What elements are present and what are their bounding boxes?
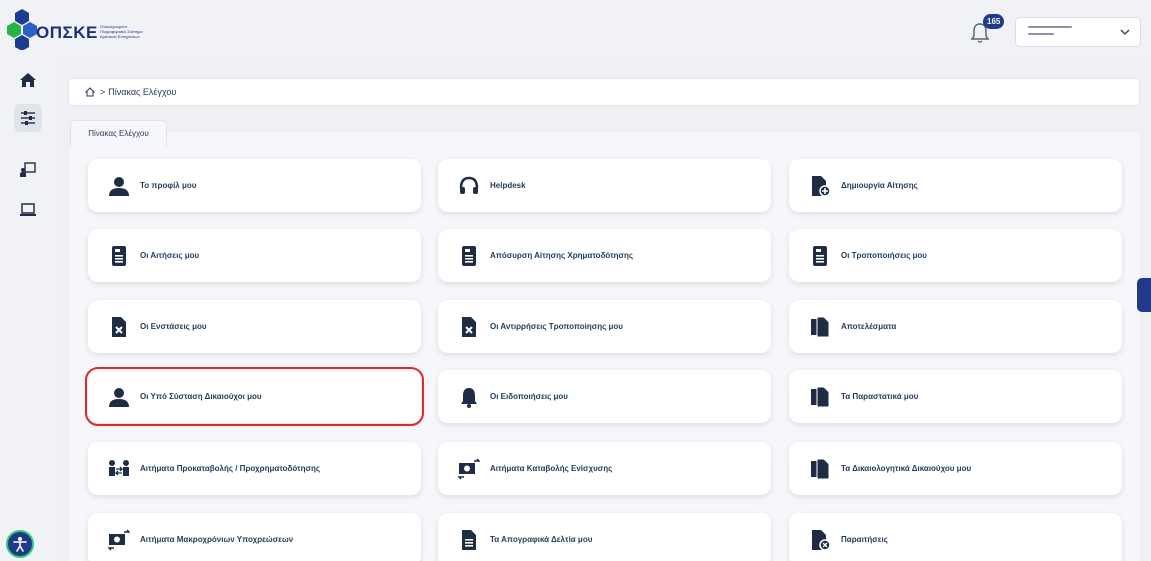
dashboard-card-label: Αιτήματα Προκαταβολής / Προχρηματοδότηση…: [140, 464, 320, 473]
dashboard-card-9[interactable]: Οι Υπό Σύσταση Δικαιούχοι μου: [85, 367, 424, 426]
tab-dashboard[interactable]: Πίνακας Ελέγχου: [70, 120, 167, 146]
dashboard-card-8[interactable]: Αποτελέσματα: [789, 300, 1122, 353]
logo-subtitle: Ολοκληρωμένο Πληροφοριακό Σύστημα Κρατικ…: [100, 24, 143, 39]
breadcrumb: > Πίνακας Ελέγχου: [68, 78, 1140, 106]
document-icon: [809, 245, 831, 267]
files-icon: [809, 316, 831, 338]
sidebar-item-presentation[interactable]: [14, 156, 42, 184]
user-icon: [108, 175, 130, 197]
dashboard-card-6[interactable]: Οι Ενστάσεις μου: [88, 300, 421, 353]
dashboard-card-14[interactable]: Τα Δικαιολογητικά Δικαιούχου μου: [789, 442, 1122, 495]
user-icon: [108, 386, 130, 408]
breadcrumb-home-icon[interactable]: [85, 87, 95, 97]
file-x-icon: [108, 316, 130, 338]
opske-logo[interactable]: ΟΠΣΚΕ Ολοκληρωμένο Πληροφοριακό Σύστημα …: [6, 8, 156, 51]
dashboard-card-5[interactable]: Οι Τροποποιήσεις μου: [789, 229, 1122, 282]
laptop-icon: [20, 203, 36, 216]
file-x-circle-icon: [809, 529, 831, 551]
dashboard-card-0[interactable]: Το προφίλ μου: [88, 159, 421, 212]
dashboard-card-label: Τα Απογραφικά Δελτία μου: [490, 535, 593, 544]
dashboard-card-label: Helpdesk: [490, 181, 526, 190]
logo-text: ΟΠΣΚΕ: [36, 23, 98, 42]
sidebar-item-home[interactable]: [14, 66, 42, 94]
breadcrumb-separator: >: [100, 87, 106, 97]
user-account-dropdown[interactable]: [1015, 17, 1141, 47]
sliders-icon: [21, 111, 35, 125]
files-icon: [809, 458, 831, 480]
presentation-icon: [20, 162, 36, 177]
dashboard-card-11[interactable]: Τα Παραστατικά μου: [789, 370, 1122, 423]
dashboard-card-label: Δημιουργία Αίτησης: [841, 181, 918, 190]
settings-side-tab[interactable]: [1137, 278, 1151, 312]
user-name: [1028, 26, 1088, 40]
dashboard-card-2[interactable]: Δημιουργία Αίτησης: [789, 159, 1122, 212]
dashboard-card-4[interactable]: Απόσυρση Αίτησης Χρηματοδότησης: [438, 229, 771, 282]
sidebar-item-dashboard[interactable]: [14, 104, 42, 132]
dashboard-card-label: Το προφίλ μου: [140, 181, 197, 190]
dashboard-card-label: Παραιτήσεις: [841, 535, 888, 544]
main-content: > Πίνακας Ελέγχου Πίνακας Ελέγχου Το προ…: [56, 58, 1151, 561]
files-icon: [809, 386, 831, 408]
dashboard-card-12[interactable]: Αιτήματα Προκαταβολής / Προχρηματοδότηση…: [88, 442, 421, 495]
dashboard-card-13[interactable]: Αιτήματα Καταβολής Ενίσχυσης: [438, 442, 771, 495]
dashboard-card-7[interactable]: Οι Αντιρρήσεις Τροποποίησης μου: [438, 300, 771, 353]
dashboard-card-label: Οι Τροποποιήσεις μου: [841, 251, 927, 260]
dashboard-card-label: Οι Αντιρρήσεις Τροποποίησης μου: [490, 322, 623, 331]
sidebar: [0, 58, 56, 561]
top-bar: ΟΠΣΚΕ Ολοκληρωμένο Πληροφοριακό Σύστημα …: [0, 0, 1151, 58]
chevron-down-icon: [1120, 29, 1130, 36]
document-icon: [108, 245, 130, 267]
breadcrumb-current: Πίνακας Ελέγχου: [108, 87, 177, 97]
file-x-icon: [458, 316, 480, 338]
home-icon: [20, 73, 36, 87]
document-icon: [458, 245, 480, 267]
dashboard-card-label: Οι Ειδοποιήσεις μου: [490, 392, 568, 401]
sidebar-item-laptop[interactable]: [14, 196, 42, 224]
accessibility-icon: [13, 537, 27, 552]
file-lines-icon: [458, 529, 480, 551]
money-exchange-icon: [458, 457, 480, 480]
dashboard-card-label: Αιτήματα Μακροχρόνιων Υποχρεώσεων: [140, 535, 294, 544]
dashboard-card-label: Τα Δικαιολογητικά Δικαιούχου μου: [841, 464, 972, 473]
dashboard-card-1[interactable]: Helpdesk: [438, 159, 771, 212]
dashboard-card-10[interactable]: Οι Ειδοποιήσεις μου: [438, 370, 771, 423]
users-exchange-icon: [108, 458, 130, 480]
dashboard-card-label: Οι Υπό Σύσταση Δικαιούχοι μου: [140, 392, 262, 401]
dashboard-card-label: Αποτελέσματα: [841, 322, 897, 331]
accessibility-button[interactable]: [6, 530, 34, 558]
hexagon-logo-icon: [7, 9, 37, 51]
dashboard-card-label: Αιτήματα Καταβολής Ενίσχυσης: [490, 464, 613, 473]
dashboard-card-label: Οι Ενστάσεις μου: [140, 322, 207, 331]
dashboard-card-15[interactable]: Αιτήματα Μακροχρόνιων Υποχρεώσεων: [88, 513, 421, 561]
dashboard-card-16[interactable]: Τα Απογραφικά Δελτία μου: [438, 513, 771, 561]
dashboard-card-label: Οι Αιτήσεις μου: [140, 251, 200, 260]
dashboard-card-label: Απόσυρση Αίτησης Χρηματοδότησης: [490, 251, 634, 260]
file-plus-icon: [809, 175, 831, 197]
dashboard-card-17[interactable]: Παραιτήσεις: [789, 513, 1122, 561]
money-exchange-icon: [108, 528, 130, 551]
dashboard-card-label: Τα Παραστατικά μου: [841, 392, 919, 401]
notification-count-badge: 165: [983, 14, 1005, 29]
dashboard-card-3[interactable]: Οι Αιτήσεις μου: [88, 229, 421, 282]
headset-icon: [458, 175, 480, 197]
bell-icon: [458, 386, 480, 408]
